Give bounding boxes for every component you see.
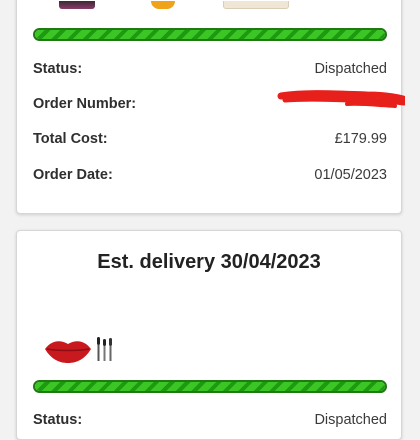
total-cost-value: £179.99 bbox=[334, 131, 387, 147]
order-progress-bar bbox=[33, 28, 387, 41]
total-cost-row: Total Cost: £179.99 bbox=[33, 131, 387, 153]
estimated-delivery-title: Est. delivery 30/04/2023 bbox=[97, 251, 321, 273]
order-card-1[interactable]: Status: Dispatched Order Number: Total C… bbox=[16, 0, 405, 214]
status-label: Status: bbox=[33, 61, 83, 77]
product-thumbnail-1[interactable] bbox=[59, 1, 95, 9]
redacted-order-number bbox=[277, 90, 405, 108]
order-date-label: Order Date: bbox=[33, 167, 113, 183]
order-number-row: Order Number: bbox=[33, 90, 405, 118]
status-row: Status: Dispatched bbox=[33, 61, 387, 83]
status-value-2: Dispatched bbox=[314, 412, 387, 428]
product-thumbnails bbox=[17, 1, 401, 9]
order-progress-bar-2 bbox=[33, 380, 387, 393]
order-card-2[interactable]: Est. delivery 30/04/2023 Status: Dispatc… bbox=[16, 230, 402, 440]
status-value: Dispatched bbox=[314, 61, 387, 77]
status-label-2: Status: bbox=[33, 412, 83, 428]
order-progress-fill-2 bbox=[35, 382, 385, 391]
lips-icon[interactable] bbox=[43, 335, 93, 365]
order-date-value: 01/05/2023 bbox=[314, 167, 387, 183]
total-cost-label: Total Cost: bbox=[33, 131, 108, 147]
product-thumbnail-2[interactable] bbox=[151, 1, 175, 9]
order-number-label: Order Number: bbox=[33, 96, 137, 112]
order-progress-fill bbox=[35, 30, 385, 39]
product-thumbnail-3[interactable] bbox=[223, 1, 289, 9]
order-date-row: Order Date: 01/05/2023 bbox=[33, 167, 387, 189]
status-row-2: Status: Dispatched bbox=[33, 412, 387, 434]
makeup-brushes-icon[interactable] bbox=[95, 336, 115, 362]
